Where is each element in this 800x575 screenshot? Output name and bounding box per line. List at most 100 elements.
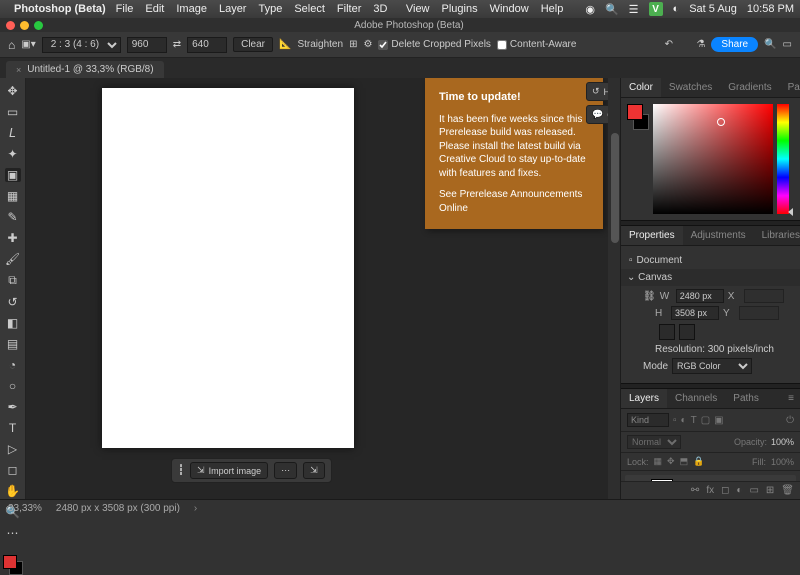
blur-tool[interactable]: ◔ [5,358,21,372]
tab-properties[interactable]: Properties [621,226,683,245]
healing-brush-tool[interactable]: ✚ [5,231,21,245]
reset-crop-icon[interactable]: ↶ [665,39,673,50]
adjustment-layer-icon[interactable]: ◐ [736,485,742,496]
delete-cropped-checkbox[interactable]: Delete Cropped Pixels [378,39,491,50]
layers-panel-menu-icon[interactable]: ≡ [782,389,800,408]
opacity-value[interactable]: 100% [771,437,794,447]
color-mode-select[interactable]: RGB Color [672,358,752,374]
pen-tool[interactable]: ✒ [5,400,21,414]
taskbar-collapse-button[interactable]: ⇲ [303,462,325,479]
lock-artboard-icon[interactable]: ⬒ [680,456,689,467]
menubar-date[interactable]: Sat 5 Aug [689,3,737,15]
lock-pixels-icon[interactable]: ▦ [654,456,663,467]
document-canvas[interactable] [102,88,354,448]
magic-wand-tool[interactable]: ✦ [5,147,21,161]
menu-edit[interactable]: Edit [145,3,164,15]
edit-toolbar[interactable]: ⋯ [5,526,21,540]
rectangle-tool[interactable]: ◻ [5,463,21,477]
tab-channels[interactable]: Channels [667,389,725,408]
filter-toggle-icon[interactable]: ⏻ [786,415,794,426]
scrollbar-thumb[interactable] [611,133,619,243]
hue-slider[interactable] [777,104,789,214]
notification-link[interactable]: See Prerelease Announcements Online [439,188,589,215]
orientation-landscape-icon[interactable] [679,324,695,340]
history-brush-tool[interactable]: ↺ [5,295,21,309]
group-layers-icon[interactable]: ▭ [749,485,758,496]
brush-tool[interactable]: 🖌 [5,252,21,266]
document-tab[interactable]: × Untitled-1 @ 33,3% (RGB/8) [6,61,164,78]
filter-type-icon[interactable]: T [691,415,697,426]
menu-layer[interactable]: Layer [219,3,247,15]
layer-mask-icon[interactable]: ◻ [721,485,729,496]
canvas-area[interactable]: ┇ ⇲Import image ⋯ ⇲ Time to update! It h… [26,78,620,499]
dodge-tool[interactable]: ○ [5,379,21,393]
canvas-height-input[interactable] [671,306,719,320]
type-tool[interactable]: T [5,421,21,435]
menu-filter[interactable]: Filter [337,3,361,15]
tab-layers[interactable]: Layers [621,389,667,408]
tab-gradients[interactable]: Gradients [720,78,779,97]
gradient-tool[interactable]: ▤ [5,337,21,351]
user-badge[interactable]: V [649,2,663,16]
filter-pixel-icon[interactable]: ▫ [673,415,677,426]
menu-extra-icon[interactable]: ☰ [629,3,639,16]
marquee-tool[interactable]: ▭ [5,105,21,119]
content-aware-checkbox[interactable]: Content-Aware [497,39,577,50]
crop-width-input[interactable] [127,37,167,53]
foreground-color-swatch[interactable] [3,555,17,569]
workspace-icon[interactable]: ▭ [783,39,792,50]
menu-image[interactable]: Image [176,3,207,15]
siri-icon[interactable]: ◐ [673,3,680,15]
canvas-width-input[interactable] [676,289,724,303]
search-app-icon[interactable]: 🔍 [764,39,776,50]
status-dot-icon[interactable]: ◉ [585,3,595,16]
lock-all-icon[interactable]: 🔒 [693,456,704,467]
crop-tool[interactable]: ▣ [5,168,21,182]
color-fgbg-swatch[interactable] [627,104,649,132]
menu-type[interactable]: Type [258,3,282,15]
app-name[interactable]: Photoshop (Beta) [14,3,106,15]
crop-height-input[interactable] [187,37,227,53]
tab-adjustments[interactable]: Adjustments [683,226,754,245]
tab-color[interactable]: Color [621,78,661,97]
import-image-button[interactable]: ⇲Import image [190,462,268,479]
lock-position-icon[interactable]: ✥ [667,456,675,467]
filter-shape-icon[interactable]: ▢ [701,415,710,426]
menu-3d[interactable]: 3D [373,3,387,15]
path-selection-tool[interactable]: ▷ [5,442,21,456]
crop-ratio-select[interactable]: 2 : 3 (4 : 6) [42,37,121,53]
overlay-grid-icon[interactable]: ⊞ [349,39,357,50]
zoom-level[interactable]: 33,33% [8,503,42,514]
status-menu-icon[interactable]: › [194,503,197,514]
menubar-time[interactable]: 10:58 PM [747,3,794,15]
color-picker-handle[interactable] [717,118,725,126]
canvas-scrollbar[interactable] [608,78,620,499]
frame-tool[interactable]: ▦ [5,189,21,203]
link-layers-icon[interactable]: ⚯ [691,485,699,496]
menu-plugins[interactable]: Plugins [442,3,478,15]
layer-filter-select[interactable] [627,413,669,427]
new-layer-icon[interactable]: ⊞ [766,485,774,496]
blend-mode-select[interactable]: Normal [627,435,681,449]
hand-tool[interactable]: ✋ [5,484,21,498]
share-button[interactable]: Share [711,37,758,52]
menu-view[interactable]: View [406,3,430,15]
clone-stamp-tool[interactable]: ⧉ [5,273,21,288]
search-icon[interactable]: 🔍 [605,3,619,16]
swap-dims-icon[interactable]: ⇄ [173,39,181,50]
tab-libraries[interactable]: Libraries [754,226,800,245]
tab-swatches[interactable]: Swatches [661,78,720,97]
home-button[interactable]: ⌂ [8,38,15,52]
layer-style-icon[interactable]: fx [706,485,714,496]
clear-button[interactable]: Clear [233,37,273,52]
document-dimensions[interactable]: 2480 px x 3508 px (300 ppi) [56,503,180,514]
color-field[interactable] [653,104,773,214]
taskbar-handle-icon[interactable]: ┇ [178,465,184,476]
fill-value[interactable]: 100% [771,457,794,467]
close-window-button[interactable] [6,21,15,30]
straighten-icon[interactable]: 📐 [279,39,291,50]
tab-patterns[interactable]: Patterns [780,78,800,97]
close-tab-icon[interactable]: × [16,65,21,75]
crop-settings-icon[interactable]: ⚙ [363,39,372,50]
eyedropper-tool[interactable]: ✎ [5,210,21,224]
